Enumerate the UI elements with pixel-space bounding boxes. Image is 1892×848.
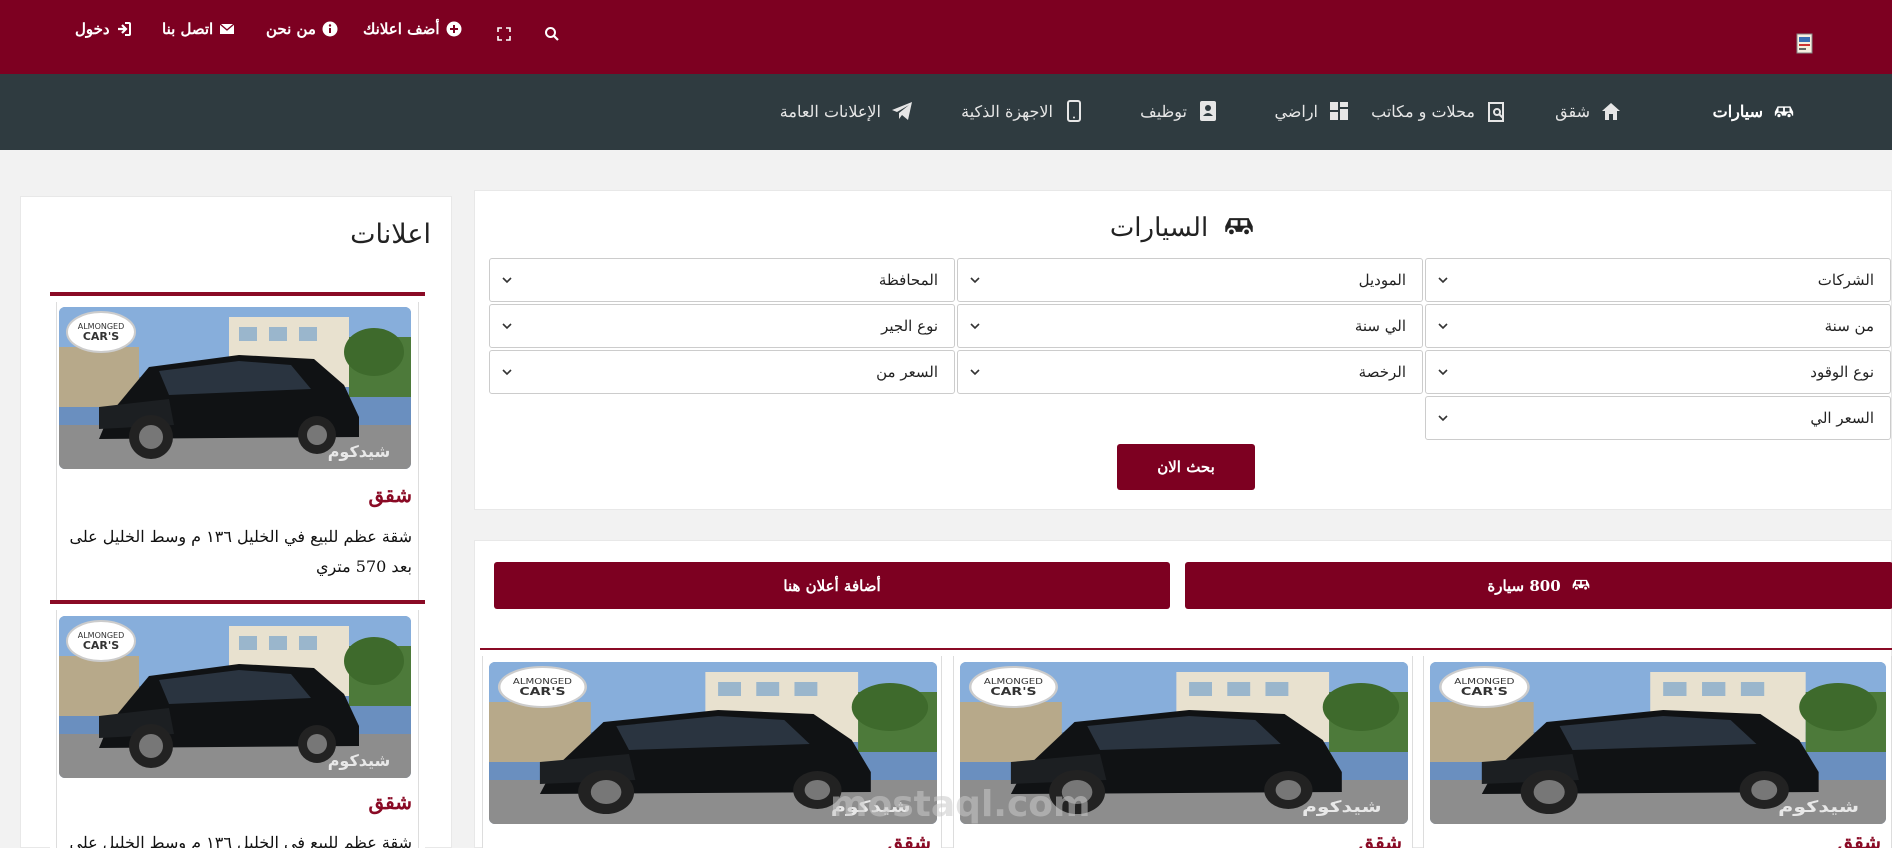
nav-item-shops-offices[interactable]: محلات و مكاتب xyxy=(1371,100,1507,122)
chevron-down-icon xyxy=(500,319,514,333)
search-now-button[interactable]: بحث الان xyxy=(1117,444,1255,490)
nav-item-smart-devices[interactable]: الاجهزة الذكية xyxy=(961,100,1085,122)
contact-label: اتصل بنا xyxy=(162,20,214,38)
companies-select-value: الشركات xyxy=(1817,271,1874,289)
ad-image[interactable] xyxy=(59,616,411,778)
fullscreen-button[interactable] xyxy=(496,26,512,42)
ad-image[interactable] xyxy=(59,307,411,469)
nav-label-smart-devices: الاجهزة الذكية xyxy=(961,101,1053,121)
login-link[interactable]: دخول xyxy=(75,20,132,38)
sign-in-icon xyxy=(116,21,132,37)
nav-label-apartments: شقق xyxy=(1555,101,1590,121)
nav-item-jobs[interactable]: توظيف xyxy=(1140,100,1219,122)
add-ad-link[interactable]: أضف اعلانك xyxy=(363,20,462,38)
listing-category[interactable]: شقق xyxy=(887,830,931,848)
to-year-select[interactable]: الي سنة xyxy=(957,304,1423,348)
add-ad-label: أضف اعلانك xyxy=(363,20,440,38)
car-icon xyxy=(1571,577,1591,595)
listing-category[interactable]: شقق xyxy=(1358,830,1402,848)
gear-type-select-value: نوع الجير xyxy=(881,317,938,335)
listing-category[interactable]: شقق xyxy=(1837,830,1881,848)
price-from-select-value: السعر من xyxy=(876,363,938,381)
license-select-value: الرخصة xyxy=(1358,363,1406,381)
model-select-value: الموديل xyxy=(1358,271,1406,289)
plus-circle-icon xyxy=(446,21,462,37)
car-icon xyxy=(1222,213,1256,243)
cars-count-label: 800 سيارة xyxy=(1487,576,1561,595)
grid-icon xyxy=(1328,100,1350,122)
watermark: mostaql.com xyxy=(830,784,1091,825)
login-label: دخول xyxy=(75,20,110,38)
search-title-label: السيارات xyxy=(1109,213,1209,243)
price-from-select[interactable]: السعر من xyxy=(489,350,955,394)
license-select[interactable]: الرخصة xyxy=(957,350,1423,394)
chevron-down-icon xyxy=(1436,319,1450,333)
chevron-down-icon xyxy=(1436,411,1450,425)
ad-description: شقة عظم للبيع في الخليل ١٣٦ م وسط الخليل… xyxy=(69,833,412,848)
from-year-select[interactable]: من سنة xyxy=(1425,304,1891,348)
governorate-select[interactable]: المحافظة xyxy=(489,258,955,302)
nav-item-lands[interactable]: اراضي xyxy=(1274,100,1350,122)
nav-label-jobs: توظيف xyxy=(1140,101,1187,121)
ad-description: شقة عظم للبيع في الخليل ١٣٦ م وسط الخليل… xyxy=(69,527,412,576)
gear-type-select[interactable]: نوع الجير xyxy=(489,304,955,348)
chevron-down-icon xyxy=(500,273,514,287)
chevron-down-icon xyxy=(968,319,982,333)
price-to-select[interactable]: السعر الي xyxy=(1425,396,1891,440)
add-ad-here-button[interactable]: أضافة أعلان هنا xyxy=(494,562,1170,609)
ad-category[interactable]: شقق xyxy=(368,483,412,507)
contact-link[interactable]: اتصل بنا xyxy=(162,20,235,38)
to-year-select-value: الي سنة xyxy=(1354,317,1406,335)
search-panel: السيارات الشركات الموديل المحافظة من سنة… xyxy=(474,190,1892,510)
chevron-down-icon xyxy=(1436,273,1450,287)
governorate-select-value: المحافظة xyxy=(878,271,938,289)
envelope-icon xyxy=(219,21,235,37)
listing-divider xyxy=(480,648,1892,650)
telegram-icon xyxy=(891,100,913,122)
nav-item-general-ads[interactable]: الإعلانات العامة xyxy=(780,100,913,122)
home-icon xyxy=(1600,100,1622,122)
ads-title: اعلانات xyxy=(350,219,431,250)
cars-count-button[interactable]: 800 سيارة xyxy=(1185,562,1892,609)
price-to-select-value: السعر الي xyxy=(1810,409,1874,427)
about-label: من نحن xyxy=(266,20,316,38)
nav-label-cars: سيارات xyxy=(1712,101,1763,121)
ad-category[interactable]: شقق xyxy=(368,790,412,814)
about-link[interactable]: من نحن xyxy=(266,20,338,38)
chevron-down-icon xyxy=(968,365,982,379)
fuel-type-select[interactable]: نوع الوقود xyxy=(1425,350,1891,394)
contact-card-icon xyxy=(1197,100,1219,122)
nav-label-shops-offices: محلات و مكاتب xyxy=(1371,101,1475,121)
chevron-down-icon xyxy=(500,365,514,379)
site-logo[interactable] xyxy=(1796,32,1814,54)
listing-image[interactable] xyxy=(1430,662,1886,824)
chevron-down-icon xyxy=(968,273,982,287)
nav-label-general-ads: الإعلانات العامة xyxy=(779,101,881,121)
list-item[interactable]: شقق xyxy=(1423,656,1892,848)
nav-item-apartments[interactable]: شقق xyxy=(1555,100,1622,122)
chevron-down-icon xyxy=(1436,365,1450,379)
search-icon xyxy=(544,26,560,42)
top-bar: دخول اتصل بنا من نحن أضف اعلانك xyxy=(0,0,1892,74)
nav-label-lands: اراضي xyxy=(1274,101,1318,121)
car-icon xyxy=(1773,100,1795,122)
nav-item-cars[interactable]: سيارات xyxy=(1713,100,1795,122)
companies-select[interactable]: الشركات xyxy=(1425,258,1891,302)
search-title: السيارات xyxy=(475,213,1891,243)
info-icon xyxy=(322,21,338,37)
mobile-icon xyxy=(1063,100,1085,122)
fuel-type-select-value: نوع الوقود xyxy=(1810,363,1874,381)
model-select[interactable]: الموديل xyxy=(957,258,1423,302)
category-nav: سيارات شقق محلات و مكاتب اراضي توظيف الا… xyxy=(0,74,1892,150)
shop-icon xyxy=(1485,100,1507,122)
from-year-select-value: من سنة xyxy=(1824,317,1874,335)
expand-icon xyxy=(496,26,512,42)
search-button[interactable] xyxy=(544,26,560,42)
